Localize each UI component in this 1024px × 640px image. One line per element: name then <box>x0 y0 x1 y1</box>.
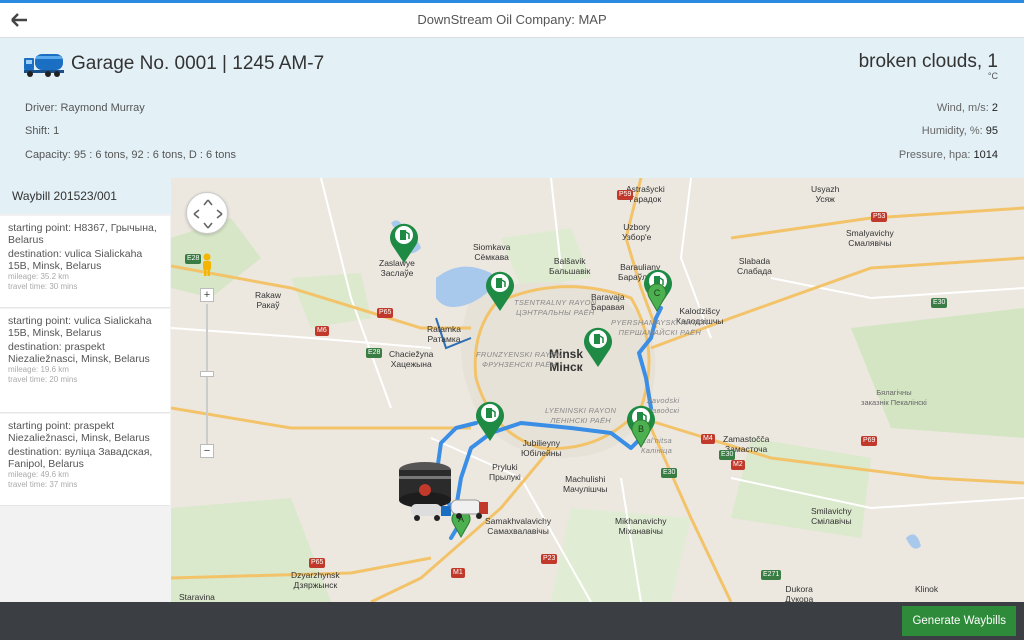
oil-depot-icon[interactable] <box>397 460 489 524</box>
place-label: Smalyavichy Смалявічы <box>846 228 894 248</box>
road-shield: P65 <box>309 558 326 568</box>
zoom-in-button[interactable]: + <box>200 288 214 302</box>
road-shield: M2 <box>731 460 745 470</box>
road-shield: P53 <box>871 212 888 222</box>
road-shield: E271 <box>761 570 782 580</box>
vehicle-header: Garage No. 0001 | 1245 AM-7 Driver: Raym… <box>0 38 1024 178</box>
wind-label: Wind, m/s: <box>936 102 989 114</box>
road-shield: M1 <box>451 568 465 578</box>
pressure-label: Pressure, hpa: <box>898 149 971 161</box>
road-shield: P69 <box>861 436 878 446</box>
generate-waybills-button[interactable]: Generate Waybills <box>902 606 1016 636</box>
road-shield: E28 <box>185 254 202 264</box>
temperature-unit: °C <box>987 71 998 81</box>
fuel-station-pin-icon[interactable] <box>483 266 517 312</box>
route-travel-time: travel time: 20 mins <box>8 375 78 384</box>
fuel-station-pin-icon[interactable] <box>581 322 615 368</box>
wind-stat: Wind, m/s: 2 <box>937 102 998 114</box>
fuel-truck-icon <box>24 52 64 78</box>
place-label: Jubilieyny Юбілейны <box>521 438 562 458</box>
route-mileage: mileage: 35.2 km <box>8 272 69 281</box>
route-destination: destination: praspekt Niezaliežnasci, Mi… <box>8 341 150 365</box>
shift-text: Shift: 1 <box>25 125 60 137</box>
fuel-station-pin-icon[interactable] <box>387 218 421 264</box>
place-label: Siomkava Сёмкава <box>473 242 511 262</box>
zoom-slider-thumb[interactable] <box>200 371 214 377</box>
capacity-text: Capacity: 95 : 6 tons, 92 : 6 tons, D : … <box>25 149 236 161</box>
driver-text: Driver: Raymond Murray <box>25 102 145 114</box>
place-label: Balšavik Бальшавік <box>549 256 591 276</box>
route-start: starting point: praspekt Niezaliežnasci,… <box>8 420 150 444</box>
route-travel-time: travel time: 37 mins <box>8 480 78 489</box>
district-label: FRUNZYENSKI RAYON ФРУНЗЕНСКІ РАЁН <box>476 350 563 369</box>
road-shield: E28 <box>366 348 383 358</box>
route-item[interactable]: starting point: praspekt Niezaliežnasci,… <box>0 414 170 506</box>
weather-summary: broken clouds, 1 <box>858 51 998 72</box>
route-start: starting point: vulica Sialickaha 15B, M… <box>8 315 152 339</box>
route-start: starting point: H8367, Грычына, Belarus <box>8 222 157 246</box>
place-label: Dukora Дукора <box>785 584 814 602</box>
route-item[interactable]: starting point: H8367, Грычына, Belarus … <box>0 216 170 308</box>
place-label: Machulishi Мачулішчы <box>563 474 608 494</box>
vehicle-title: Garage No. 0001 | 1245 AM-7 <box>71 53 325 74</box>
place-label: Chaciežyna Хацежына <box>389 349 434 369</box>
place-label: Uzbory Узбор'е <box>622 222 652 242</box>
top-bar: DownStream Oil Company: MAP <box>0 0 1024 38</box>
district-label: TSENTRALNY RAYON ЦЭНТРАЛЬНЫ РАЁН <box>514 298 597 317</box>
route-travel-time: travel time: 30 mins <box>8 282 78 291</box>
road-shield: M4 <box>701 434 715 444</box>
place-label: Slabada Слабада <box>737 256 772 276</box>
place-label: Pryluki Прылукі <box>489 462 521 482</box>
road-shield: P23 <box>541 554 558 564</box>
route-destination: destination: vulica Sialickaha 15B, Mins… <box>8 248 143 272</box>
road-shield: P65 <box>377 308 394 318</box>
route-marker-c[interactable]: C <box>647 282 667 313</box>
wind-value: 2 <box>991 102 998 114</box>
route-item[interactable]: starting point: vulica Sialickaha 15B, M… <box>0 309 170 413</box>
humidity-label: Humidity, %: <box>921 125 983 137</box>
pressure-stat: Pressure, hpa: 1014 <box>899 149 998 161</box>
pan-arrows-icon <box>193 199 223 229</box>
humidity-value: 95 <box>985 125 998 137</box>
waybill-title: Waybill 201523/001 <box>0 178 171 214</box>
road-shield: E30 <box>931 298 948 308</box>
place-label: Klinok <box>915 584 939 594</box>
place-label: Mikhanavichy Міханавічы <box>615 516 667 536</box>
road-shield: E30 <box>719 450 736 460</box>
zoom-out-button[interactable]: − <box>200 444 214 458</box>
place-label: Staravina <box>179 592 215 602</box>
route-map[interactable]: Astrašycki Гарадок Uzbory Узбор'е Usyazh Ус… <box>171 178 1024 602</box>
fuel-station-pin-icon[interactable] <box>473 396 507 442</box>
place-label: Usyazh Усяж <box>811 184 840 204</box>
waybill-sidebar: Waybill 201523/001 starting point: H8367… <box>0 178 171 602</box>
place-label: Ratamka Ратамка <box>427 324 462 344</box>
reserve-label: Бялагічны заказнік Пекалінскі <box>861 388 927 407</box>
pressure-value: 1014 <box>973 149 998 161</box>
humidity-stat: Humidity, %: 95 <box>922 125 998 137</box>
place-label: Smilavichy Смілавічы <box>811 506 852 526</box>
district-label: PYERSHAMAYSKI RAYON ПЕРШАМАЙСКІ РАЁН <box>611 318 709 337</box>
road-shield: E30 <box>661 468 678 478</box>
marker-letter: B <box>638 424 644 434</box>
bottom-toolbar: Generate Waybills <box>0 602 1024 640</box>
place-label: Rakaw Ракаў <box>255 290 281 310</box>
road-shield: M6 <box>315 326 329 336</box>
route-destination: destination: вуліца Завадская, Fanipol, … <box>8 446 153 470</box>
route-mileage: mileage: 49.6 km <box>8 470 69 479</box>
place-label: Dzyarzhynsk Дзяржынск <box>291 570 340 590</box>
street-view-pegman-icon[interactable] <box>200 253 214 277</box>
marker-letter: C <box>654 288 661 298</box>
app-title: DownStream Oil Company: MAP <box>417 12 607 27</box>
pan-control[interactable] <box>186 192 228 234</box>
district-label: LYENINSKI RAYON ЛЕНІНСКІ РАЁН <box>545 406 617 425</box>
place-label: Samakhvalavichy Самахвалавічы <box>485 516 552 536</box>
road-shield: P59 <box>617 190 634 200</box>
route-marker-b[interactable]: B <box>631 418 651 449</box>
route-mileage: mileage: 19.6 km <box>8 365 69 374</box>
